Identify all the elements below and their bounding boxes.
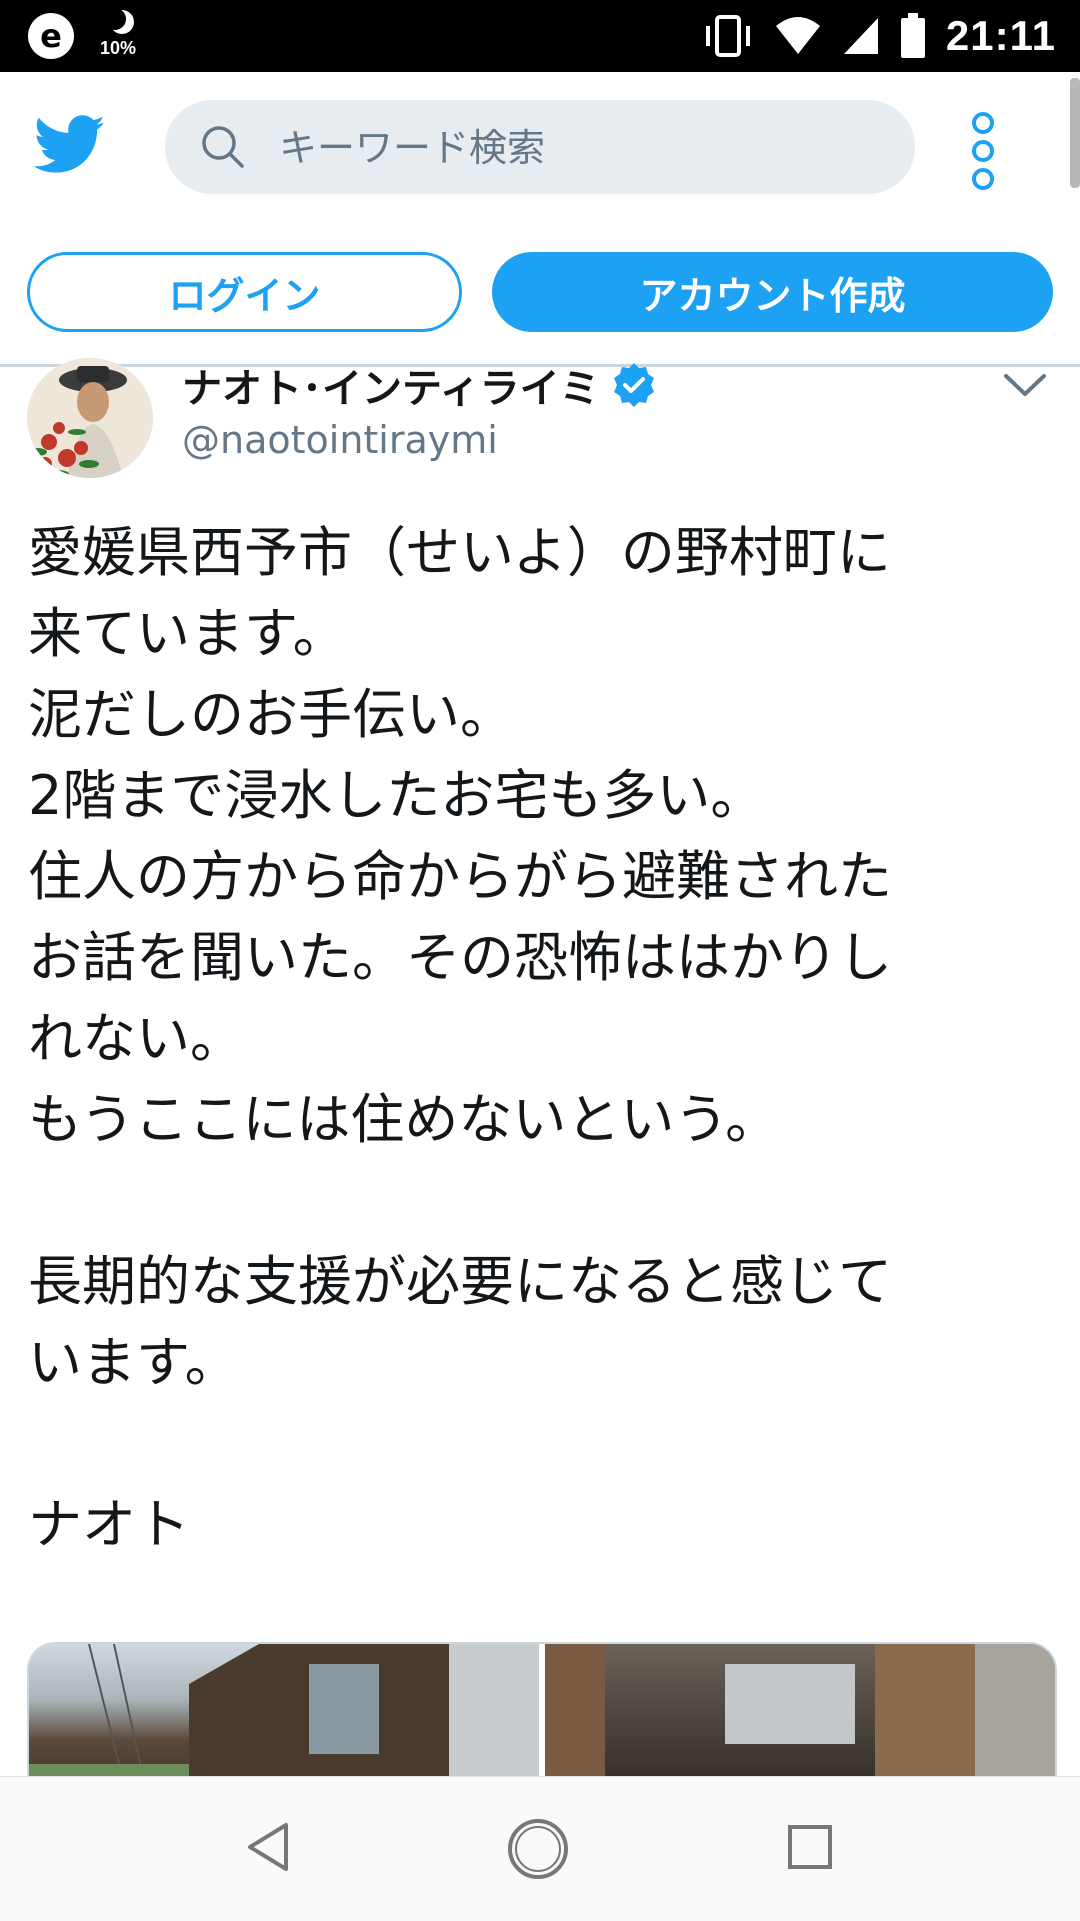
media-photo-1[interactable] — [29, 1644, 539, 1784]
tweet-media[interactable] — [27, 1642, 1057, 1784]
tweet-line: 泥だしのお手伝い。 — [28, 683, 514, 746]
tweet-signature: ナオト — [28, 1493, 190, 1556]
display-name-text: ナオト･インティライミ — [182, 366, 600, 412]
tweet-line: 住人の方から命からがら避難された — [28, 845, 892, 908]
user-handle[interactable]: @naotointiraymi — [182, 418, 498, 462]
search-icon — [202, 126, 244, 168]
back-icon[interactable] — [246, 1821, 290, 1873]
tweet-line: お話を聞いた。その恐怖ははかりし — [28, 926, 892, 989]
app-notification-icon: e — [28, 13, 74, 59]
media-photo-2[interactable] — [545, 1644, 1055, 1784]
tweet-line: 愛媛県西予市（せいよ）の野村町に — [28, 521, 891, 584]
status-bar: e 10% 21:11 — [0, 0, 1080, 72]
display-name[interactable]: ナオト･インティライミ — [182, 356, 658, 414]
vibrate-icon — [705, 15, 750, 57]
wifi-icon — [775, 17, 820, 54]
recent-apps-icon[interactable] — [788, 1825, 832, 1869]
signal-icon — [843, 18, 878, 54]
clock: 21:11 — [945, 12, 1056, 59]
login-button[interactable]: ログイン — [27, 252, 462, 332]
app-header — [0, 72, 1080, 220]
tweet-line: 2階まで浸水したお宅も多い。 — [28, 764, 765, 827]
battery-icon — [900, 13, 925, 58]
home-icon[interactable] — [506, 1817, 570, 1881]
search-input[interactable] — [277, 100, 881, 196]
system-nav-bar — [0, 1776, 1080, 1921]
chevron-down-icon[interactable] — [1000, 368, 1050, 404]
tweet-line: います。 — [28, 1331, 239, 1394]
tweet-line: 長期的な支援が必要になると感じて — [28, 1250, 892, 1313]
scrollbar[interactable] — [1070, 78, 1080, 188]
more-vertical-icon[interactable] — [968, 112, 998, 190]
tweet-text: 愛媛県西予市（せいよ）の野村町に 来ています。 泥だしのお手伝い。 2階まで浸水… — [28, 512, 1058, 1565]
twitter-bird-icon[interactable] — [34, 114, 106, 176]
search-box[interactable] — [165, 100, 915, 196]
verified-badge-icon — [613, 363, 654, 407]
tweet-line: 来ています。 — [28, 602, 347, 665]
avatar[interactable] — [27, 358, 153, 478]
battery-saver-percent: 10% — [100, 38, 137, 58]
create-account-button[interactable]: アカウント作成 — [492, 252, 1053, 332]
tweet-line: もうここには住めないという。 — [28, 1088, 780, 1151]
battery-saver-indicator: 10% — [100, 8, 144, 62]
tweet-line: れない。 — [28, 1007, 244, 1070]
